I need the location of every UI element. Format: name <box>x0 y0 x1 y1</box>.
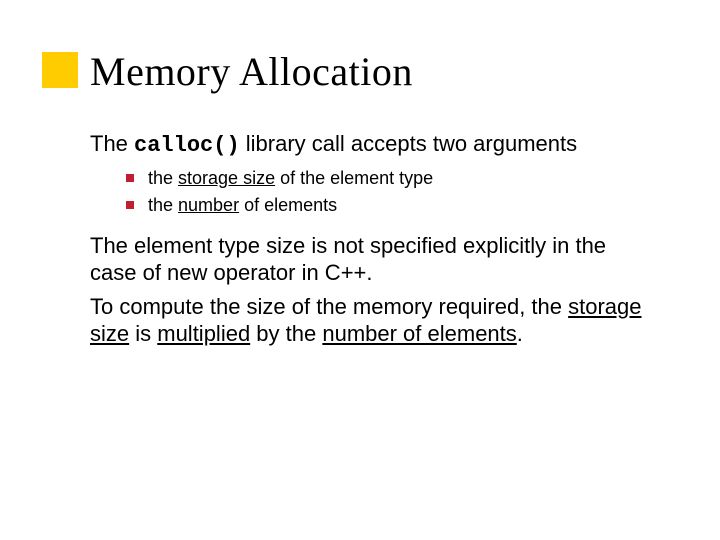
p3-t3: by the <box>250 321 322 346</box>
intro-post: library call accepts two arguments <box>240 131 577 156</box>
slide-body: The calloc() library call accepts two ar… <box>90 130 655 354</box>
bullet-list: the storage size of the element type the… <box>126 166 655 218</box>
intro-code: calloc() <box>134 133 240 158</box>
b1-u: number <box>178 195 239 215</box>
paragraph-3: To compute the size of the memory requir… <box>90 293 655 348</box>
p3-t2: is <box>129 321 157 346</box>
intro-pre: The <box>90 131 134 156</box>
b0-post: of the element type <box>275 168 433 188</box>
bullet-text: the number of elements <box>148 193 337 218</box>
p3-t1: To compute the size of the memory requir… <box>90 294 568 319</box>
bullet-icon <box>126 174 134 182</box>
bullet-icon <box>126 201 134 209</box>
p3-u3: number of elements <box>322 321 516 346</box>
slide-title: Memory Allocation <box>90 48 413 95</box>
intro-paragraph: The calloc() library call accepts two ar… <box>90 130 655 160</box>
b0-u: storage size <box>178 168 275 188</box>
paragraph-2: The element type size is not specified e… <box>90 232 655 287</box>
b0-pre: the <box>148 168 178 188</box>
p3-u2: multiplied <box>157 321 250 346</box>
bullet-text: the storage size of the element type <box>148 166 433 191</box>
b1-pre: the <box>148 195 178 215</box>
list-item: the number of elements <box>126 193 655 218</box>
b1-post: of elements <box>239 195 337 215</box>
accent-square <box>42 52 78 88</box>
p3-t4: . <box>517 321 523 346</box>
list-item: the storage size of the element type <box>126 166 655 191</box>
